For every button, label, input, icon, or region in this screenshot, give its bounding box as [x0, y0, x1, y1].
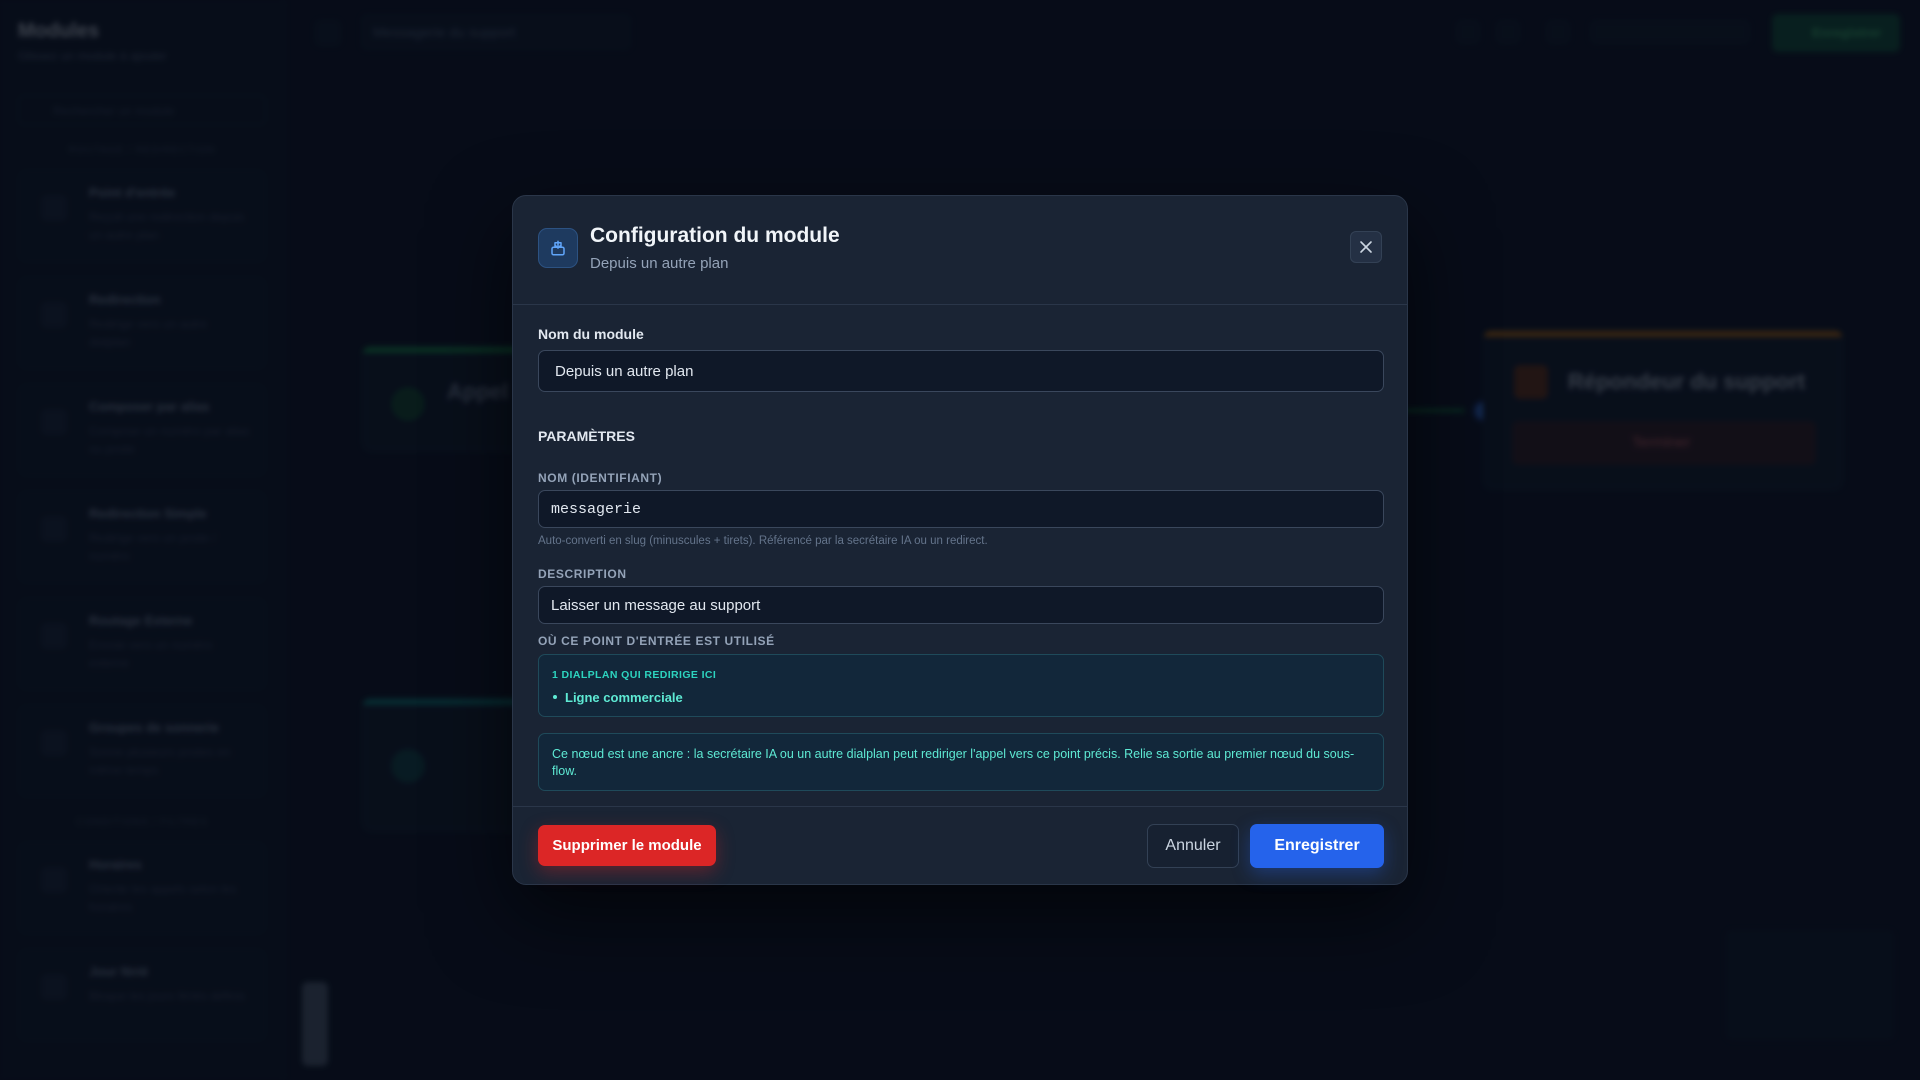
params-section-title: PARAMÈTRES: [538, 428, 635, 444]
modal-footer: Supprimer le module Annuler Enregistrer: [513, 806, 1407, 884]
bullet-icon: [553, 695, 557, 699]
modal-title: Configuration du module: [590, 224, 840, 247]
close-icon: [1360, 241, 1372, 253]
modal-header: Configuration du module Depuis un autre …: [513, 196, 1407, 305]
anchor-note-box: Ce nœud est une ancre : la secrétaire IA…: [538, 733, 1384, 791]
module-config-modal: Configuration du module Depuis un autre …: [512, 195, 1408, 885]
module-name-input[interactable]: [538, 350, 1384, 392]
modal-subtitle: Depuis un autre plan: [590, 255, 729, 272]
usage-box: 1 DIALPLAN QUI REDIRIGE ICI Ligne commer…: [538, 654, 1384, 717]
close-button[interactable]: [1350, 231, 1382, 263]
identifier-hint: Auto-converti en slug (minuscules + tire…: [538, 535, 988, 547]
module-name-label: Nom du module: [538, 326, 644, 342]
cancel-button[interactable]: Annuler: [1147, 824, 1239, 868]
usage-dialplan-item[interactable]: Ligne commerciale: [552, 690, 683, 705]
usage-label: OÙ CE POINT D'ENTRÉE EST UTILISÉ: [538, 634, 775, 648]
entry-point-icon: [538, 228, 578, 268]
identifier-input[interactable]: [538, 490, 1384, 528]
usage-dialplan-name: Ligne commerciale: [565, 690, 683, 705]
identifier-label: NOM (IDENTIFIANT): [538, 471, 663, 485]
usage-heading: 1 DIALPLAN QUI REDIRIGE ICI: [552, 669, 717, 681]
save-button[interactable]: Enregistrer: [1250, 824, 1384, 868]
description-label: DESCRIPTION: [538, 567, 627, 581]
delete-module-button[interactable]: Supprimer le module: [538, 825, 716, 866]
anchor-note-text: Ce nœud est une ancre : la secrétaire IA…: [552, 747, 1355, 778]
description-input[interactable]: [538, 586, 1384, 624]
